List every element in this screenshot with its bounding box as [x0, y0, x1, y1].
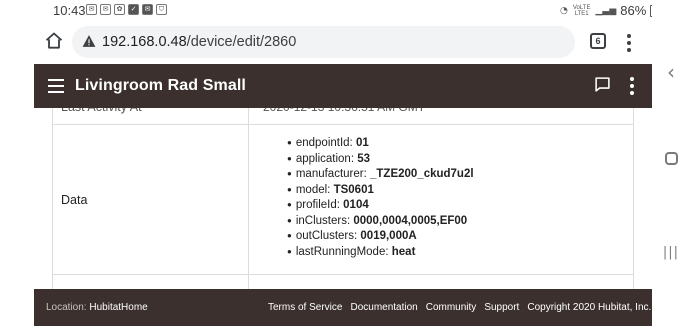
- mail-notification-icon: ✉: [142, 4, 153, 15]
- table-row: • Create New...: [53, 275, 633, 289]
- hamburger-menu-icon[interactable]: [48, 79, 64, 93]
- list-item: ● model: TS0601: [287, 183, 374, 196]
- support-link[interactable]: Support: [484, 302, 519, 313]
- location-value[interactable]: HubitatHome: [89, 302, 147, 313]
- row-label: [53, 275, 249, 289]
- browser-more-vert-icon[interactable]: [627, 34, 631, 52]
- terms-of-service-link[interactable]: Terms of Service: [268, 302, 342, 313]
- system-navigation-bar: ‹ |||: [652, 0, 690, 326]
- home-nav-icon[interactable]: [652, 150, 690, 169]
- row-label-data: Data: [53, 125, 249, 274]
- wifi-icon: ◔: [560, 5, 568, 16]
- data-value: 0000,0004,0005,EF00: [353, 214, 468, 227]
- list-item: ● application: 53: [287, 152, 371, 165]
- app-header: Livingroom Rad Small: [34, 64, 652, 108]
- device-details: Last Activity At 2020-12-13 10:36:51 AM …: [34, 108, 652, 289]
- network-type: VoLTE LTE1: [572, 4, 591, 17]
- list-item: ● outClusters: 0019,000A: [287, 230, 417, 242]
- status-right: ◔ VoLTE LTE1 ▁▃▅ 86%: [560, 3, 652, 18]
- data-key: profileId:: [295, 199, 340, 211]
- data-value: 53: [357, 152, 371, 165]
- shield-notification-icon: ⛉: [156, 4, 167, 15]
- data-key: manufacturer:: [295, 168, 367, 180]
- phone-screen: 10:43 ✉ ✉ ✿ ✓ ✉ ⛉ ◔ VoLTE LTE1 ▁▃▅ 86% 1…: [0, 0, 652, 326]
- data-value: TS0601: [333, 183, 374, 196]
- data-value: 0104: [343, 199, 369, 211]
- list-item: ● profileId: 0104: [287, 199, 369, 211]
- back-icon[interactable]: ‹: [652, 60, 690, 84]
- mail-notification-icon: ✉: [86, 4, 97, 15]
- data-key: application:: [295, 152, 355, 165]
- home-icon[interactable]: [44, 31, 64, 51]
- list-item: ● inClusters: 0000,0004,0005,EF00: [287, 214, 468, 227]
- not-secure-warning-icon[interactable]: [82, 34, 96, 48]
- battery-level: 86%: [620, 3, 647, 18]
- data-key: endpointId:: [295, 137, 353, 149]
- row-value: 2020-12-13 10:36:51 AM GMT: [249, 108, 633, 124]
- list-item: ● lastRunningMode: heat: [287, 245, 416, 258]
- footer-links: Terms of Service Documentation Community…: [268, 302, 651, 313]
- page-title: Livingroom Rad Small: [75, 77, 246, 94]
- url-host: 192.168.0.48: [102, 34, 187, 50]
- app-footer: Location: HubitatHome Terms of Service D…: [34, 289, 652, 326]
- url-path: /device/edit/2860: [186, 34, 297, 50]
- copyright-text: Copyright 2020 Hubitat, Inc.: [527, 302, 652, 313]
- documentation-link[interactable]: Documentation: [350, 302, 417, 313]
- status-time: 10:43: [53, 3, 86, 18]
- status-bar: 10:43 ✉ ✉ ✿ ✓ ✉ ⛉ ◔ VoLTE LTE1 ▁▃▅ 86%: [0, 0, 652, 22]
- row-label: Last Activity At: [53, 108, 249, 124]
- location: Location: HubitatHome: [46, 302, 148, 313]
- app-more-vert-icon[interactable]: [630, 77, 634, 95]
- list-item: ● endpointId: 01: [287, 137, 369, 149]
- check-notification-icon: ✓: [128, 4, 139, 15]
- row-value: • Create New...: [249, 275, 633, 289]
- community-link[interactable]: Community: [426, 302, 477, 313]
- recent-apps-icon[interactable]: |||: [652, 245, 690, 260]
- app-notification-icon: ✿: [114, 4, 125, 15]
- signal-icon: ▁▃▅: [595, 5, 617, 16]
- device-info-table: Last Activity At 2020-12-13 10:36:51 AM …: [52, 108, 634, 289]
- browser-toolbar: 192.168.0.48/device/edit/2860 6: [0, 22, 652, 64]
- tab-switcher-button[interactable]: 6: [590, 33, 606, 49]
- data-key: outClusters:: [295, 230, 358, 242]
- data-key: inClusters:: [295, 214, 351, 227]
- data-value: _TZE200_ckud7u2l: [370, 168, 474, 180]
- data-value: 0019,000A: [360, 230, 417, 242]
- data-key: model:: [295, 183, 331, 196]
- data-value: heat: [391, 245, 416, 258]
- table-row-data: Data ● endpointId: 01 ● application: 53 ● m…: [53, 125, 633, 275]
- chat-icon[interactable]: [594, 76, 611, 93]
- data-list: ● endpointId: 01 ● application: 53 ● manufa…: [249, 125, 633, 260]
- data-key: lastRunningMode:: [295, 245, 389, 258]
- mail-notification-icon: ✉: [100, 4, 111, 15]
- location-label: Location:: [46, 302, 87, 313]
- address-bar[interactable]: 192.168.0.48/device/edit/2860: [72, 26, 575, 58]
- table-row: Last Activity At 2020-12-13 10:36:51 AM …: [53, 108, 633, 125]
- notification-icons: ✉ ✉ ✿ ✓ ✉ ⛉: [86, 4, 167, 15]
- url-text[interactable]: 192.168.0.48/device/edit/2860: [102, 34, 296, 50]
- data-value: 01: [355, 137, 369, 149]
- data-values: ● endpointId: 01 ● application: 53 ● manufa…: [249, 125, 633, 274]
- list-item: ● manufacturer: _TZE200_ckud7u2l: [287, 168, 474, 180]
